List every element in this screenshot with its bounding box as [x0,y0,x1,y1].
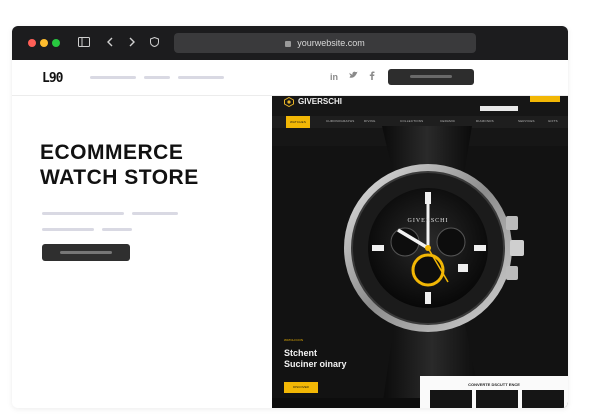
text-line-placeholder [42,212,124,215]
nav-link-placeholder[interactable] [90,76,136,79]
facebook-icon[interactable] [369,71,375,82]
preview-product-card[interactable] [430,390,472,408]
button-label-placeholder [410,75,452,78]
preview-product-card[interactable] [522,390,564,408]
shield-icon[interactable] [150,35,159,51]
maximize-window-button[interactable] [52,39,60,47]
brand-logo-icon [284,96,294,109]
preview-menu-item[interactable]: DIAMONDS [476,119,494,123]
hero-cta-button[interactable] [42,244,130,261]
preview-title: Stchent Suciner oinary [284,348,347,370]
preview-menu-item[interactable]: SERVICES [518,119,535,123]
text-line-placeholder [42,228,94,231]
minimize-window-button[interactable] [40,39,48,47]
watch-subdial-bottom [411,253,445,287]
preview-header-button[interactable] [530,96,560,102]
preview-menu-item[interactable]: GIFTS [548,119,558,123]
preview-discover-button[interactable]: DISCOVER [284,382,318,393]
watch-date-window [458,264,468,272]
close-window-button[interactable] [28,39,36,47]
address-bar[interactable]: yourwebsite.com [174,33,476,53]
browser-toolbar: yourwebsite.com [12,26,568,60]
preview-brand-name: GIVERSCHI [298,97,343,106]
site-navbar: L90 in [12,60,568,96]
nav-link-placeholder[interactable] [144,76,170,79]
watch-pusher-top [506,216,518,230]
preview-search-input[interactable] [480,106,518,111]
twitter-icon[interactable] [349,71,358,81]
text-line-placeholder [132,212,178,215]
watch-pusher-bottom [506,266,518,280]
preview-footer-strip [272,398,420,408]
preview-title-line: Stchent [284,348,318,358]
preview-tag: WATCH ICON [284,338,303,342]
back-icon[interactable] [106,35,114,51]
preview-product-card[interactable] [476,390,518,408]
sidebar-icon[interactable] [78,35,90,51]
preview-menu-item[interactable]: DIVING [364,119,376,123]
hero-title-line: ECOMMERCE [40,141,184,164]
site-logo[interactable]: L90 [42,71,64,86]
watch-crown [510,240,524,256]
preview-menu-item[interactable]: CERAMIC [440,119,455,123]
watch-subdial-right [436,227,466,257]
preview-menu-item[interactable]: WATCHES [286,116,311,128]
preview-menu-item[interactable]: COLLECTIONS [400,119,423,123]
browser-window: yourwebsite.com L90 in ECOMMERCE WATCH S… [12,26,568,408]
nav-cta-button[interactable] [388,69,474,85]
preview-panel-title: CONVERTE DSCUTT ENCE [468,382,520,387]
linkedin-icon[interactable]: in [330,72,338,82]
text-line-placeholder [102,228,132,231]
preview-product-panel: CONVERTE DSCUTT ENCE [420,376,568,408]
store-preview-screenshot: GIVERSCHI WATCHES CHRONOGRAPHS DIVING CO… [272,96,568,408]
lock-icon [285,40,292,47]
watch-product-image: GIVERSCHI [344,126,524,408]
hero-title-line: WATCH STORE [40,166,199,189]
nav-link-placeholder[interactable] [178,76,224,79]
preview-title-line: Suciner oinary [284,359,347,369]
url-text: yourwebsite.com [297,38,365,48]
button-label-placeholder [60,251,112,254]
forward-icon[interactable] [128,35,136,51]
preview-menu-item[interactable]: CHRONOGRAPHS [326,119,354,123]
watch-dial-brand: GIVERSCHI [407,218,448,224]
hero-title: ECOMMERCE WATCH STORE [40,140,260,190]
watch-center-pin [425,245,431,251]
